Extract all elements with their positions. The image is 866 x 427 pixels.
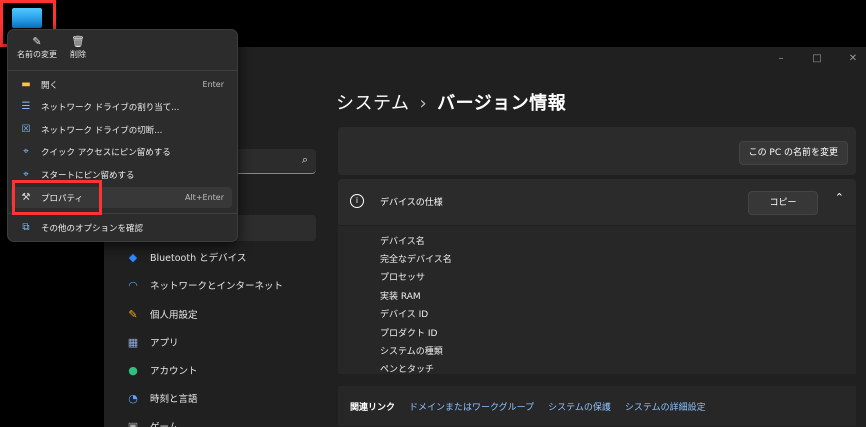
pin-icon: ⌖ <box>23 146 29 157</box>
bluetooth-icon: ◆ <box>128 250 138 264</box>
sidebar-item-bluetooth[interactable]: ◆ Bluetooth とデバイス <box>126 247 247 267</box>
menu-item-map-network-drive[interactable]: ☰ ネットワーク ドライブの割り当て... <box>11 96 232 117</box>
related-links-bar: 関連リンク ドメインまたはワークグループ システムの保護 システムの詳細設定 <box>338 386 856 426</box>
device-specs-body: デバイス名 完全なデバイス名 プロセッサ 実装 RAM デバイス ID プロダク… <box>338 226 856 375</box>
globe-clock-icon: ◔ <box>128 391 138 405</box>
sidebar-item-network[interactable]: ◠ ネットワークとインターネット <box>126 275 283 295</box>
link-domain-workgroup[interactable]: ドメインまたはワークグループ <box>409 400 534 413</box>
menu-item-show-more-options[interactable]: ⧉ その他のオプションを確認 <box>11 217 232 238</box>
sidebar-item-label: 個人用設定 <box>150 310 198 321</box>
spec-row: デバイス名 <box>380 237 425 247</box>
minimize-icon[interactable]: – <box>776 53 786 64</box>
apps-icon: ▦ <box>127 335 139 349</box>
menu-item-shortcut: Enter <box>202 80 224 89</box>
spec-row: ペンとタッチ <box>380 365 435 375</box>
this-pc-icon[interactable] <box>12 8 42 28</box>
device-specs-header[interactable]: i デバイスの仕様 コピー ⌃ <box>338 179 856 225</box>
menu-divider <box>8 70 237 71</box>
delete-action[interactable]: 🗑︎ 削除 <box>66 35 90 60</box>
delete-action-label: 削除 <box>70 50 86 59</box>
spec-row: システムの種類 <box>380 347 443 357</box>
maximize-icon[interactable]: □ <box>812 53 822 64</box>
link-advanced-system-settings[interactable]: システムの詳細設定 <box>625 400 706 413</box>
context-menu-top-actions: ✎ 名前の変更 🗑︎ 削除 <box>8 30 237 70</box>
sidebar-item-apps[interactable]: ▦ アプリ <box>126 332 179 352</box>
menu-item-label: ネットワーク ドライブの割り当て... <box>41 102 180 113</box>
menu-item-label: 開く <box>41 80 59 91</box>
menu-item-disconnect-network-drive[interactable]: ☒ ネットワーク ドライブの切断... <box>11 119 232 140</box>
sidebar-item-label: Bluetooth とデバイス <box>150 253 247 264</box>
close-icon[interactable]: ✕ <box>848 53 858 64</box>
related-links-label: 関連リンク <box>350 402 396 413</box>
breadcrumb-parent[interactable]: システム <box>336 93 409 114</box>
sidebar-item-time-language[interactable]: ◔ 時刻と言語 <box>126 388 198 408</box>
folder-icon: ▬ <box>21 79 31 90</box>
menu-item-shortcut: Alt+Enter <box>184 193 224 202</box>
properties-highlight <box>12 180 102 215</box>
menu-item-label: クイック アクセスにピン留めする <box>41 147 171 158</box>
more-options-icon: ⧉ <box>22 222 30 233</box>
copy-button[interactable]: コピー <box>748 191 818 215</box>
menu-item-label: その他のオプションを確認 <box>41 223 144 234</box>
network-drive-icon: ☰ <box>21 101 31 112</box>
rename-pc-card: この PC の名前を変更 <box>338 127 856 175</box>
menu-item-label: ネットワーク ドライブの切断... <box>41 125 163 136</box>
rename-pc-button[interactable]: この PC の名前を変更 <box>738 141 848 165</box>
spec-row: プロダクト ID <box>380 329 438 339</box>
rename-action-label: 名前の変更 <box>17 50 57 59</box>
info-icon: i <box>350 194 364 208</box>
sidebar-item-label: 時刻と言語 <box>150 394 198 405</box>
brush-icon: ✎ <box>128 307 138 321</box>
link-system-protection[interactable]: システムの保護 <box>548 400 611 413</box>
sidebar-item-label: ネットワークとインターネット <box>150 281 284 292</box>
spec-row: デバイス ID <box>380 310 429 320</box>
wifi-icon: ◠ <box>128 278 138 292</box>
rename-action[interactable]: ✎ 名前の変更 <box>14 35 60 60</box>
game-icon: ▣ <box>127 419 139 427</box>
breadcrumb-separator: › <box>419 93 428 114</box>
sidebar-item-personalization[interactable]: ✎ 個人用設定 <box>126 304 198 324</box>
account-icon: ● <box>128 363 138 377</box>
rename-icon: ✎ <box>32 35 42 48</box>
menu-item-pin-quick-access[interactable]: ⌖ クイック アクセスにピン留めする <box>11 141 232 162</box>
trash-icon: 🗑︎ <box>71 35 85 48</box>
disconnect-drive-icon: ☒ <box>21 124 31 135</box>
search-icon: ⌕ <box>301 153 308 166</box>
sidebar-item-label: ゲーム <box>150 419 178 427</box>
breadcrumb-current: バージョン情報 <box>437 93 567 114</box>
spec-row: 実装 RAM <box>380 292 421 302</box>
spec-row: 完全なデバイス名 <box>380 255 452 265</box>
menu-item-open[interactable]: ▬ 開く Enter <box>11 74 232 95</box>
page-title: システム › バージョン情報 <box>336 89 566 115</box>
sidebar-item-label: アカウント <box>150 366 198 377</box>
window-controls: – □ ✕ <box>776 53 858 64</box>
pin-start-icon: ⌖ <box>23 169 29 180</box>
spec-row: プロセッサ <box>380 273 426 283</box>
device-specs-title: デバイスの仕様 <box>380 198 443 208</box>
sidebar-item-gaming[interactable]: ▣ ゲーム <box>126 416 178 427</box>
sidebar-item-label: アプリ <box>150 338 179 349</box>
menu-item-label: スタートにピン留めする <box>41 170 135 181</box>
chevron-up-icon[interactable]: ⌃ <box>835 191 844 204</box>
sidebar-item-accounts[interactable]: ● アカウント <box>126 360 198 380</box>
